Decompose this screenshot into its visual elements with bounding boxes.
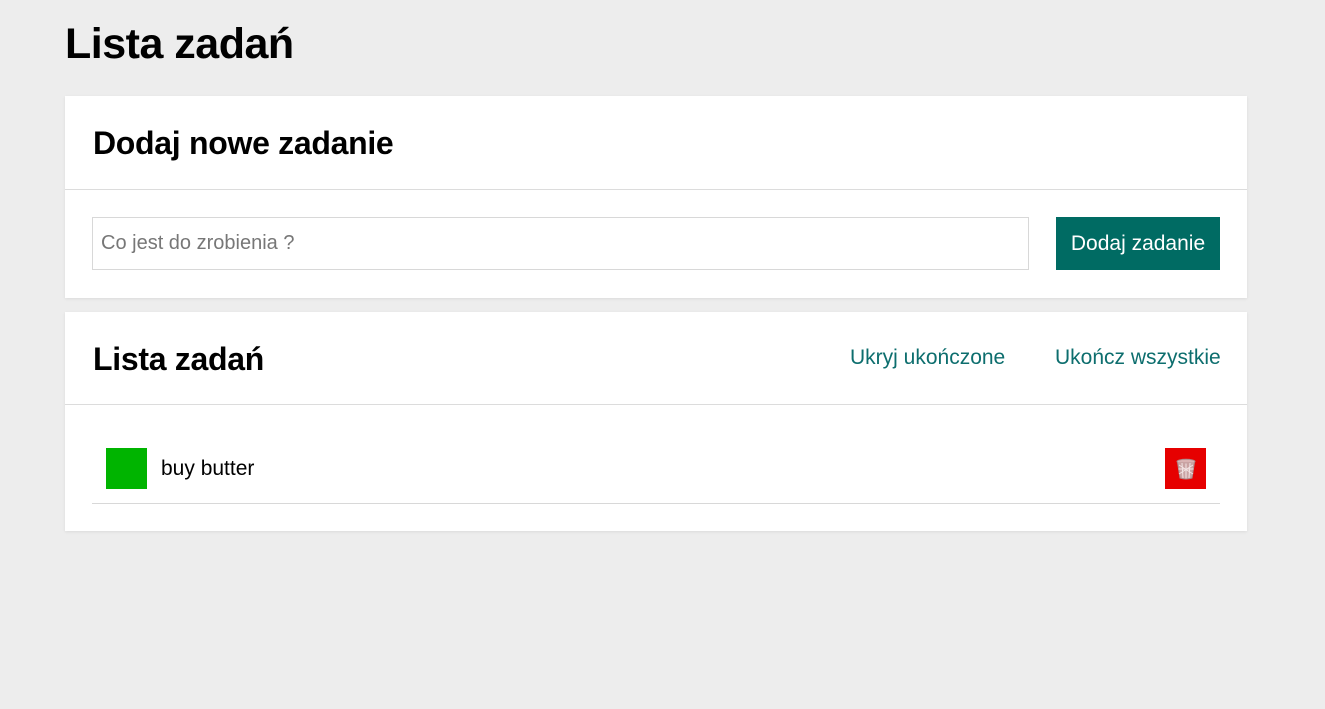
page-title: Lista zadań [65, 20, 294, 68]
task-list-card: Lista zadań Ukryj ukończone Ukończ wszys… [65, 312, 1247, 531]
add-task-heading: Dodaj nowe zadanie [93, 125, 394, 161]
add-task-card: Dodaj nowe zadanie Dodaj zadanie [65, 96, 1247, 298]
task-list-heading: Lista zadań [93, 341, 264, 377]
trash-bin-glyph-icon [1176, 458, 1195, 479]
hide-completed-link[interactable]: Ukryj ukończone [850, 345, 1005, 371]
check-square-icon[interactable] [106, 448, 147, 489]
add-task-button[interactable]: Dodaj zadanie [1056, 217, 1220, 270]
complete-all-link[interactable]: Ukończ wszystkie [1055, 345, 1221, 371]
task-row: buy butter [92, 442, 1220, 504]
trash-bin-icon[interactable] [1165, 448, 1206, 489]
add-task-card-header: Dodaj nowe zadanie [65, 96, 1247, 190]
new-task-input[interactable] [92, 217, 1029, 270]
task-list-card-header: Lista zadań Ukryj ukończone Ukończ wszys… [65, 312, 1247, 405]
task-label: buy butter [161, 457, 255, 480]
